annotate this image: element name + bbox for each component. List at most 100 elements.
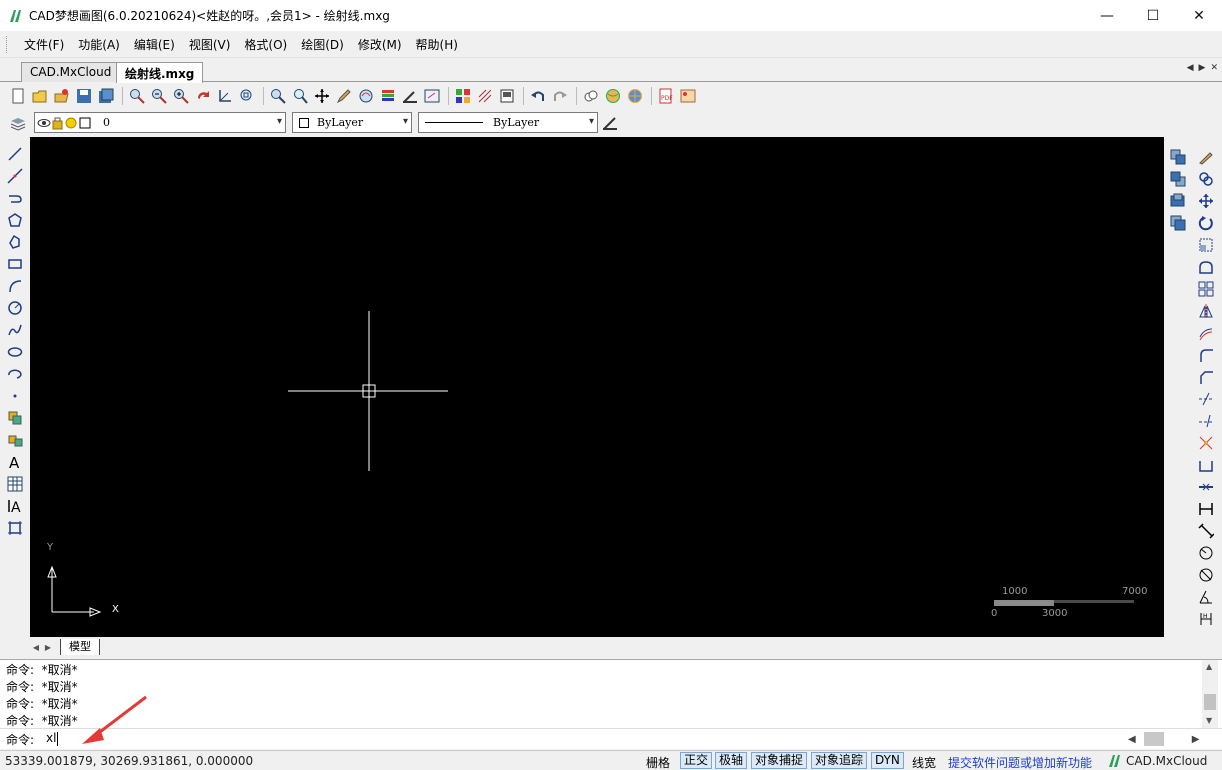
otrack-toggle[interactable]: 对象追踪 <box>811 752 868 769</box>
globe-icon[interactable] <box>603 86 623 106</box>
spline-icon[interactable] <box>5 320 25 340</box>
zoom-window-icon[interactable] <box>127 86 147 106</box>
explode-icon[interactable] <box>1196 433 1216 453</box>
lineweight-toggle[interactable]: 线宽 <box>912 754 936 770</box>
layout-prev-icon[interactable]: ◀ <box>30 643 42 652</box>
ortho-toggle[interactable]: 正交 <box>680 752 713 769</box>
hatch-icon[interactable] <box>475 86 495 106</box>
block-icon[interactable] <box>453 86 473 106</box>
command-history-scrollbar[interactable]: ▲ ▼ <box>1202 660 1218 728</box>
maximize-button[interactable]: ☐ <box>1130 0 1176 31</box>
move-icon[interactable] <box>1196 191 1216 211</box>
rectangle-icon[interactable] <box>5 254 25 274</box>
menu-help[interactable]: 帮助(H) <box>409 36 465 53</box>
polar-toggle[interactable]: 极轴 <box>715 752 748 769</box>
linear-dimension-icon[interactable] <box>1196 499 1216 519</box>
ucs-icon[interactable] <box>215 86 235 106</box>
pan-icon[interactable] <box>193 86 213 106</box>
menu-modify[interactable]: 修改(M) <box>351 36 409 53</box>
offset-icon[interactable] <box>1196 323 1216 343</box>
save-all-icon[interactable] <box>96 86 116 106</box>
break-icon[interactable] <box>1196 455 1216 475</box>
point-icon[interactable] <box>5 386 25 406</box>
render-icon[interactable] <box>356 86 376 106</box>
region-icon[interactable] <box>5 518 25 538</box>
scrollbar-thumb[interactable] <box>1143 732 1164 746</box>
line-icon[interactable] <box>5 144 25 164</box>
tab-current-drawing[interactable]: 绘射线.mxg <box>116 62 204 83</box>
lineweight-icon[interactable] <box>600 113 620 133</box>
ordinate-dimension-icon[interactable]: H <box>1196 609 1216 629</box>
match-properties-icon[interactable] <box>400 86 420 106</box>
tab-prev-icon[interactable]: ◀ <box>1187 63 1194 73</box>
image-export-icon[interactable] <box>678 86 698 106</box>
tab-close-icon[interactable]: ✕ <box>1210 63 1218 73</box>
fillet-icon[interactable] <box>1196 345 1216 365</box>
menu-view[interactable]: 视图(V) <box>182 36 238 53</box>
rotate-icon[interactable] <box>1196 213 1216 233</box>
osnap-toggle[interactable]: 对象捕捉 <box>751 752 808 769</box>
zoom-previous-icon[interactable] <box>290 86 310 106</box>
draw-order-front-icon[interactable] <box>1168 147 1188 167</box>
mirror-icon[interactable] <box>1196 301 1216 321</box>
print-preview-icon[interactable] <box>497 86 517 106</box>
brand-label[interactable]: CAD.MxCloud <box>1108 754 1207 768</box>
layer-manager-icon[interactable] <box>8 113 28 133</box>
menu-format[interactable]: 格式(O) <box>237 36 294 53</box>
radius-dimension-icon[interactable] <box>1196 543 1216 563</box>
scale-icon[interactable] <box>1196 235 1216 255</box>
construction-line-icon[interactable] <box>5 166 25 186</box>
new-file-icon[interactable] <box>8 86 28 106</box>
angular-dimension-icon[interactable] <box>1196 587 1216 607</box>
array-icon[interactable] <box>1196 279 1216 299</box>
polyline-icon[interactable] <box>5 188 25 208</box>
open-recent-icon[interactable] <box>52 86 72 106</box>
draw-order-below-icon[interactable] <box>1168 213 1188 233</box>
insert-block-icon[interactable] <box>5 408 25 428</box>
scrollbar-thumb[interactable] <box>1204 694 1216 710</box>
color-dropdown[interactable]: ByLayer ▾ <box>292 112 412 133</box>
linetype-dropdown[interactable]: ByLayer ▾ <box>418 112 598 133</box>
undo-icon[interactable] <box>528 86 548 106</box>
layers-stack-icon[interactable] <box>378 86 398 106</box>
open-file-icon[interactable] <box>30 86 50 106</box>
stretch-icon[interactable] <box>1196 257 1216 277</box>
scroll-down-icon[interactable]: ▼ <box>1206 716 1212 725</box>
minimize-button[interactable]: — <box>1084 0 1130 31</box>
command-horizontal-scrollbar[interactable]: ◀ ▶ <box>1128 731 1200 747</box>
menu-draw[interactable]: 绘图(D) <box>294 36 351 53</box>
chamfer-icon[interactable] <box>1196 367 1216 387</box>
ellipse-arc-icon[interactable] <box>5 364 25 384</box>
zoom-out-icon[interactable] <box>149 86 169 106</box>
zoom-extents-icon[interactable] <box>237 86 257 106</box>
draw-order-back-icon[interactable] <box>1168 169 1188 189</box>
redo-icon[interactable] <box>550 86 570 106</box>
arc-icon[interactable] <box>5 276 25 296</box>
extend-icon[interactable] <box>1196 411 1216 431</box>
table-icon[interactable] <box>5 474 25 494</box>
mtext-icon[interactable]: A <box>5 496 25 516</box>
dyn-toggle[interactable]: DYN <box>871 752 904 769</box>
draw-order-above-icon[interactable] <box>1168 191 1188 211</box>
save-icon[interactable] <box>74 86 94 106</box>
aligned-dimension-icon[interactable] <box>1196 521 1216 541</box>
erase-icon[interactable] <box>1196 147 1216 167</box>
circle-icon[interactable] <box>5 298 25 318</box>
copy-icon[interactable] <box>1196 169 1216 189</box>
scroll-up-icon[interactable]: ▲ <box>1206 662 1212 671</box>
menu-file[interactable]: 文件(F) <box>17 36 71 53</box>
menu-function[interactable]: 功能(A) <box>71 36 127 53</box>
web-icon[interactable] <box>625 86 645 106</box>
ellipse-icon[interactable] <box>5 342 25 362</box>
properties-icon[interactable] <box>422 86 442 106</box>
make-block-icon[interactable] <box>5 430 25 450</box>
cloud-icon[interactable] <box>581 86 601 106</box>
zoom-realtime-icon[interactable] <box>268 86 288 106</box>
diameter-dimension-icon[interactable] <box>1196 565 1216 585</box>
tab-model[interactable]: 模型 <box>60 639 100 655</box>
pdf-export-icon[interactable]: PDF <box>656 86 676 106</box>
scroll-left-icon[interactable]: ◀ <box>1128 734 1136 745</box>
scroll-right-icon[interactable]: ▶ <box>1192 734 1200 745</box>
trim-icon[interactable] <box>1196 389 1216 409</box>
pentagon-icon[interactable] <box>5 232 25 252</box>
